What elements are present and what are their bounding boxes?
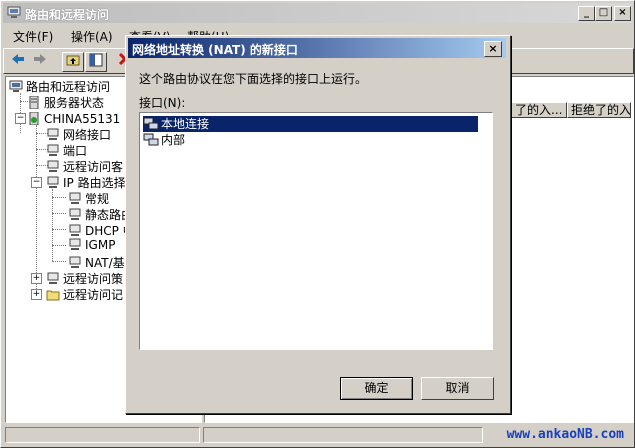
routing-app-icon: [7, 6, 21, 19]
dialog-title: 网络地址转换 (NAT) 的新接口: [132, 43, 298, 57]
tree-item-routing-root[interactable]: 路由和远程访问: [9, 78, 110, 94]
tree-item-general[interactable]: 常规: [68, 190, 109, 206]
list-item-internal[interactable]: 内部: [143, 132, 185, 148]
tree-expand-toggle[interactable]: +: [31, 289, 42, 300]
tree-collapse-toggle[interactable]: −: [31, 177, 42, 188]
interface-list[interactable]: 本地连接 内部: [139, 112, 493, 350]
tree-item-remote-clients[interactable]: 远程访问客: [46, 158, 123, 174]
column-header-accepted[interactable]: 了的入...: [511, 102, 567, 118]
server-group-icon: [9, 80, 23, 93]
tree-item-ip-routing[interactable]: IP 路由选择: [46, 174, 126, 190]
maximize-button[interactable]: □: [595, 6, 612, 21]
tree-item-ports[interactable]: 端口: [46, 142, 87, 158]
watermark-text: www.ankaoNB.com: [506, 427, 624, 442]
menu-file[interactable]: 文件(F): [13, 28, 53, 45]
dhcp-icon: [68, 224, 82, 237]
statusbar: www.ankaoNB.com: [3, 425, 632, 445]
dialog-titlebar[interactable]: 网络地址转换 (NAT) 的新接口 ×: [128, 38, 506, 58]
list-item-local-connection[interactable]: 本地连接: [143, 116, 478, 132]
tree-item-server[interactable]: CHINA55131 (本: [27, 110, 141, 126]
network-icon: [46, 128, 60, 141]
show-tree-icon[interactable]: [85, 52, 107, 72]
ip-routing-icon: [46, 176, 60, 189]
static-route-icon: [68, 208, 82, 221]
tree-item-network-interfaces[interactable]: 网络接口: [46, 126, 111, 142]
tree-item-server-status[interactable]: 服务器状态: [27, 94, 104, 110]
interface-label: 接口(N):: [139, 96, 186, 110]
tree-collapse-toggle[interactable]: −: [15, 113, 26, 124]
policy-icon: [46, 272, 60, 285]
cancel-button[interactable]: 取消: [421, 377, 494, 400]
dialog-close-button[interactable]: ×: [484, 41, 502, 57]
log-folder-icon: [46, 288, 60, 301]
tree-expand-toggle[interactable]: +: [31, 273, 42, 284]
minimize-button[interactable]: _: [578, 6, 595, 21]
general-icon: [68, 192, 82, 205]
server-icon: [27, 111, 41, 126]
forward-arrow-icon[interactable]: [30, 52, 50, 70]
nat-new-interface-dialog: 网络地址转换 (NAT) 的新接口 × 这个路由协议在您下面选择的接口上运行。 …: [125, 35, 511, 414]
network-connection-icon: [143, 133, 159, 147]
close-button[interactable]: ×: [614, 6, 631, 21]
ok-button[interactable]: 确定: [340, 377, 413, 400]
main-titlebar[interactable]: 路由和远程访问 _ □ ×: [3, 3, 632, 23]
status-cell: [203, 427, 483, 443]
igmp-icon: [68, 238, 82, 251]
main-window-title: 路由和远程访问: [25, 8, 110, 22]
remote-client-icon: [46, 160, 60, 173]
column-header-rejected[interactable]: 拒绝了的入...: [567, 102, 631, 118]
menu-action[interactable]: 操作(A): [71, 28, 113, 45]
tree-item-static-routes[interactable]: 静态路由: [68, 206, 133, 222]
tree-item-remote-logging[interactable]: 远程访问记: [46, 286, 123, 302]
dialog-description: 这个路由协议在您下面选择的接口上运行。: [139, 72, 368, 86]
tree-item-remote-policies[interactable]: 远程访问策: [46, 270, 123, 286]
status-cell: [5, 427, 200, 443]
tree-item-igmp[interactable]: IGMP: [68, 238, 115, 254]
network-connection-icon: [143, 117, 159, 131]
server-status-icon: [27, 95, 41, 110]
nat-icon: [68, 256, 82, 269]
back-arrow-icon[interactable]: [8, 52, 28, 70]
up-folder-icon[interactable]: [62, 52, 84, 72]
port-icon: [46, 144, 60, 157]
